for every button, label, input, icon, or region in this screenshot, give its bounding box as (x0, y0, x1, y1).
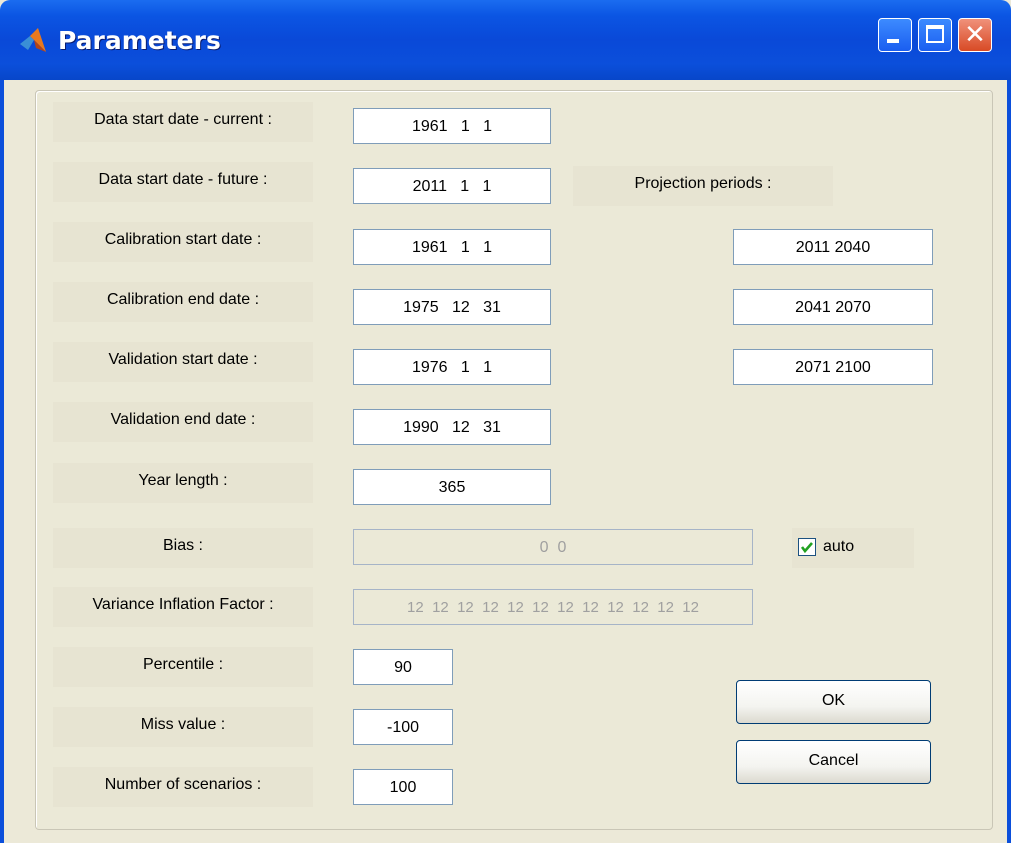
variance-inflation-factor-input: 12 12 12 12 12 12 12 12 12 12 12 12 (353, 589, 753, 625)
label-validation-start: Validation start date : (53, 342, 313, 382)
calibration-start-input[interactable]: 1961 1 1 (353, 229, 551, 265)
auto-checkbox-group[interactable]: auto (792, 528, 914, 568)
label-data-start-future: Data start date - future : (53, 162, 313, 202)
label-percentile: Percentile : (53, 647, 313, 687)
window-frame-right (1007, 80, 1011, 843)
calibration-end-input[interactable]: 1975 12 31 (353, 289, 551, 325)
matlab-logo-icon (20, 28, 46, 52)
projection-period-3-input[interactable]: 2071 2100 (733, 349, 933, 385)
maximize-button[interactable] (918, 18, 952, 52)
auto-checkbox[interactable] (798, 538, 816, 556)
cancel-button[interactable]: Cancel (736, 740, 931, 784)
maximize-icon (926, 25, 944, 43)
validation-start-input[interactable]: 1976 1 1 (353, 349, 551, 385)
year-length-input[interactable]: 365 (353, 469, 551, 505)
close-icon: ✕ (964, 20, 986, 50)
validation-end-input[interactable]: 1990 12 31 (353, 409, 551, 445)
window-title: Parameters (58, 26, 221, 55)
window-frame-left (0, 80, 4, 843)
minimize-icon (887, 39, 899, 43)
ok-button[interactable]: OK (736, 680, 931, 724)
label-miss-value: Miss value : (53, 707, 313, 747)
bias-input: 0 0 (353, 529, 753, 565)
label-data-start-current: Data start date - current : (53, 102, 313, 142)
checkmark-icon (800, 542, 813, 554)
data-start-future-input[interactable]: 2011 1 1 (353, 168, 551, 204)
percentile-input[interactable]: 90 (353, 649, 453, 685)
label-number-of-scenarios: Number of scenarios : (53, 767, 313, 807)
label-variance-inflation-factor: Variance Inflation Factor : (53, 587, 313, 627)
data-start-current-input[interactable]: 1961 1 1 (353, 108, 551, 144)
auto-checkbox-label: auto (823, 538, 855, 555)
label-calibration-start: Calibration start date : (53, 222, 313, 262)
label-year-length: Year length : (53, 463, 313, 503)
label-calibration-end: Calibration end date : (53, 282, 313, 322)
label-validation-end: Validation end date : (53, 402, 313, 442)
label-projection-periods: Projection periods : (573, 166, 833, 206)
close-button[interactable]: ✕ (958, 18, 992, 52)
number-of-scenarios-input[interactable]: 100 (353, 769, 453, 805)
miss-value-input[interactable]: -100 (353, 709, 453, 745)
label-bias: Bias : (53, 528, 313, 568)
projection-period-2-input[interactable]: 2041 2070 (733, 289, 933, 325)
projection-period-1-input[interactable]: 2011 2040 (733, 229, 933, 265)
title-bar[interactable]: Parameters ✕ (0, 0, 1011, 80)
minimize-button[interactable] (878, 18, 912, 52)
